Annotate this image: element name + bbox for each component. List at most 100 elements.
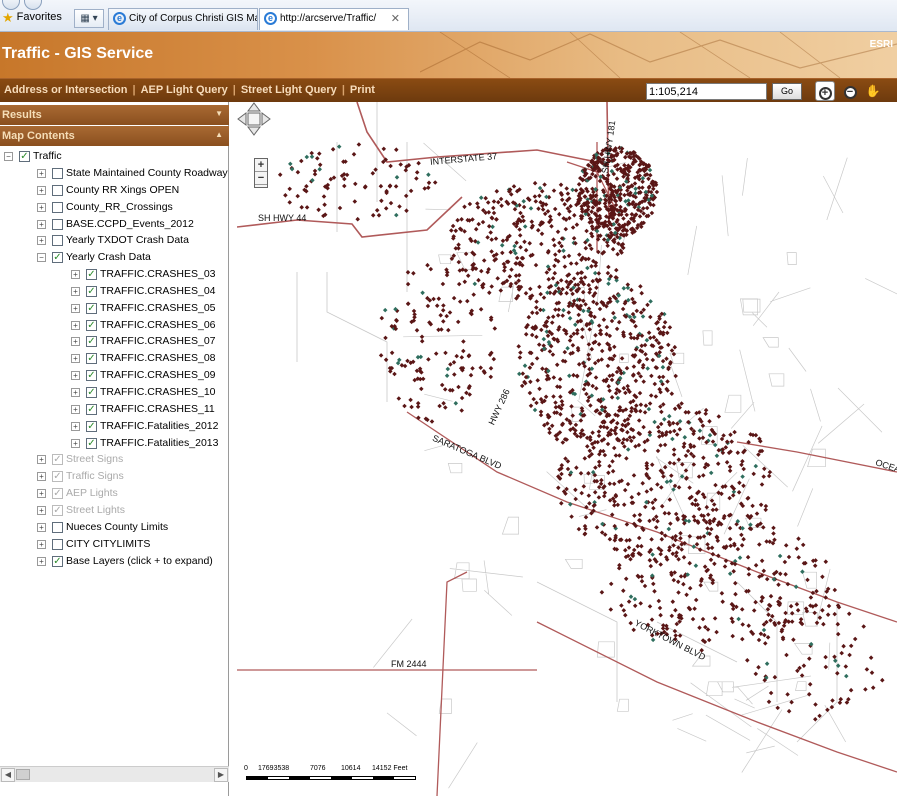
crash-point[interactable] xyxy=(456,242,461,247)
expand-icon[interactable]: + xyxy=(71,370,80,380)
crash-point[interactable] xyxy=(549,224,554,229)
crash-point[interactable] xyxy=(488,366,494,371)
crash-point[interactable] xyxy=(304,184,309,189)
crash-point[interactable] xyxy=(309,150,314,156)
crash-point[interactable] xyxy=(467,201,473,207)
crash-point[interactable] xyxy=(605,441,611,447)
layer-checkbox[interactable]: ✓ xyxy=(86,302,97,314)
crash-point[interactable] xyxy=(409,404,414,410)
crash-point[interactable] xyxy=(669,613,675,619)
crash-point[interactable] xyxy=(604,425,610,431)
crash-point[interactable] xyxy=(576,362,582,367)
crash-point[interactable] xyxy=(775,705,780,711)
layer-checkbox[interactable]: ✓ xyxy=(52,504,63,516)
crash-point[interactable] xyxy=(382,307,388,313)
crash-point[interactable] xyxy=(550,276,556,281)
crash-point[interactable] xyxy=(536,342,542,347)
crash-point[interactable] xyxy=(623,390,628,396)
crash-point[interactable] xyxy=(461,348,466,354)
crash-point[interactable] xyxy=(634,403,639,408)
crash-point[interactable] xyxy=(655,424,661,430)
crash-point[interactable] xyxy=(498,196,504,202)
crash-point[interactable] xyxy=(639,543,644,549)
crash-point[interactable] xyxy=(574,465,579,470)
crash-point[interactable] xyxy=(848,687,854,693)
layer-checkbox[interactable] xyxy=(52,521,63,533)
crash-point[interactable] xyxy=(589,346,595,352)
crash-point[interactable] xyxy=(559,197,565,203)
crash-point[interactable] xyxy=(445,366,451,372)
crash-point[interactable] xyxy=(710,580,715,586)
crash-point[interactable] xyxy=(569,404,574,409)
crash-point[interactable] xyxy=(852,636,858,642)
crash-point[interactable] xyxy=(599,477,604,483)
crash-point[interactable] xyxy=(696,474,702,479)
layer-checkbox[interactable] xyxy=(52,201,63,213)
crash-point[interactable] xyxy=(518,350,523,355)
crash-point[interactable] xyxy=(304,154,310,160)
crash-point[interactable] xyxy=(502,268,507,273)
crash-point[interactable] xyxy=(631,435,636,440)
crash-point[interactable] xyxy=(660,364,666,370)
crash-point[interactable] xyxy=(437,403,442,409)
crash-point[interactable] xyxy=(473,226,479,232)
layer-checkbox[interactable] xyxy=(52,167,63,179)
crash-point[interactable] xyxy=(667,460,673,466)
crash-point[interactable] xyxy=(583,302,588,307)
crash-point[interactable] xyxy=(657,374,662,380)
crash-point[interactable] xyxy=(523,291,529,296)
crash-point[interactable] xyxy=(724,460,730,465)
crash-point[interactable] xyxy=(611,481,617,487)
crash-point[interactable] xyxy=(625,282,631,287)
crash-point[interactable] xyxy=(517,371,522,377)
crash-point[interactable] xyxy=(631,473,637,478)
layer-checkbox[interactable]: ✓ xyxy=(86,268,97,280)
crash-point[interactable] xyxy=(805,577,810,583)
crash-point[interactable] xyxy=(568,261,574,266)
crash-point[interactable] xyxy=(753,463,759,469)
crash-point[interactable] xyxy=(735,450,741,455)
crash-point[interactable] xyxy=(479,268,484,274)
crash-point[interactable] xyxy=(647,401,653,406)
layer-checkbox[interactable]: ✓ xyxy=(86,420,97,432)
crash-point[interactable] xyxy=(543,394,549,400)
crash-point[interactable] xyxy=(441,401,446,406)
crash-point[interactable] xyxy=(580,289,586,295)
crash-point[interactable] xyxy=(782,559,788,565)
sublayer-item[interactable]: + ✓ TRAFFIC.Fatalities_2013 xyxy=(71,435,218,451)
crash-point[interactable] xyxy=(558,278,564,283)
crash-point[interactable] xyxy=(582,194,588,199)
quick-tabs-button[interactable]: ▦ ▾ xyxy=(74,9,104,28)
crash-point[interactable] xyxy=(507,274,513,279)
crash-point[interactable] xyxy=(794,546,800,551)
sublayer-item[interactable]: + ✓ TRAFFIC.CRASHES_08 xyxy=(71,350,216,366)
crash-point[interactable] xyxy=(614,326,620,332)
pan-tool-button[interactable]: ✋ xyxy=(863,81,883,101)
crash-point[interactable] xyxy=(606,383,611,389)
crash-point[interactable] xyxy=(648,487,654,492)
crash-point[interactable] xyxy=(628,335,634,340)
crash-point[interactable] xyxy=(607,463,612,469)
crash-point[interactable] xyxy=(422,186,427,191)
crash-point[interactable] xyxy=(531,396,536,402)
crash-point[interactable] xyxy=(758,502,764,508)
crash-point[interactable] xyxy=(812,610,817,616)
crash-point[interactable] xyxy=(673,511,679,517)
expand-icon[interactable]: + xyxy=(37,471,46,481)
crash-point[interactable] xyxy=(472,281,478,287)
crash-point[interactable] xyxy=(584,228,589,234)
crash-point[interactable] xyxy=(736,490,742,495)
crash-point[interactable] xyxy=(761,525,766,530)
crash-point[interactable] xyxy=(796,555,801,560)
crash-point[interactable] xyxy=(574,331,580,336)
horizontal-scrollbar[interactable]: ◀ ▶ xyxy=(0,766,229,782)
crash-point[interactable] xyxy=(659,409,664,415)
crash-point[interactable] xyxy=(465,273,471,278)
crash-point[interactable] xyxy=(763,507,768,513)
crash-point[interactable] xyxy=(662,442,668,448)
crash-point[interactable] xyxy=(716,447,722,453)
crash-point[interactable] xyxy=(394,212,399,218)
crash-point[interactable] xyxy=(740,636,745,642)
expand-icon[interactable]: + xyxy=(71,336,80,346)
crash-point[interactable] xyxy=(651,505,656,511)
